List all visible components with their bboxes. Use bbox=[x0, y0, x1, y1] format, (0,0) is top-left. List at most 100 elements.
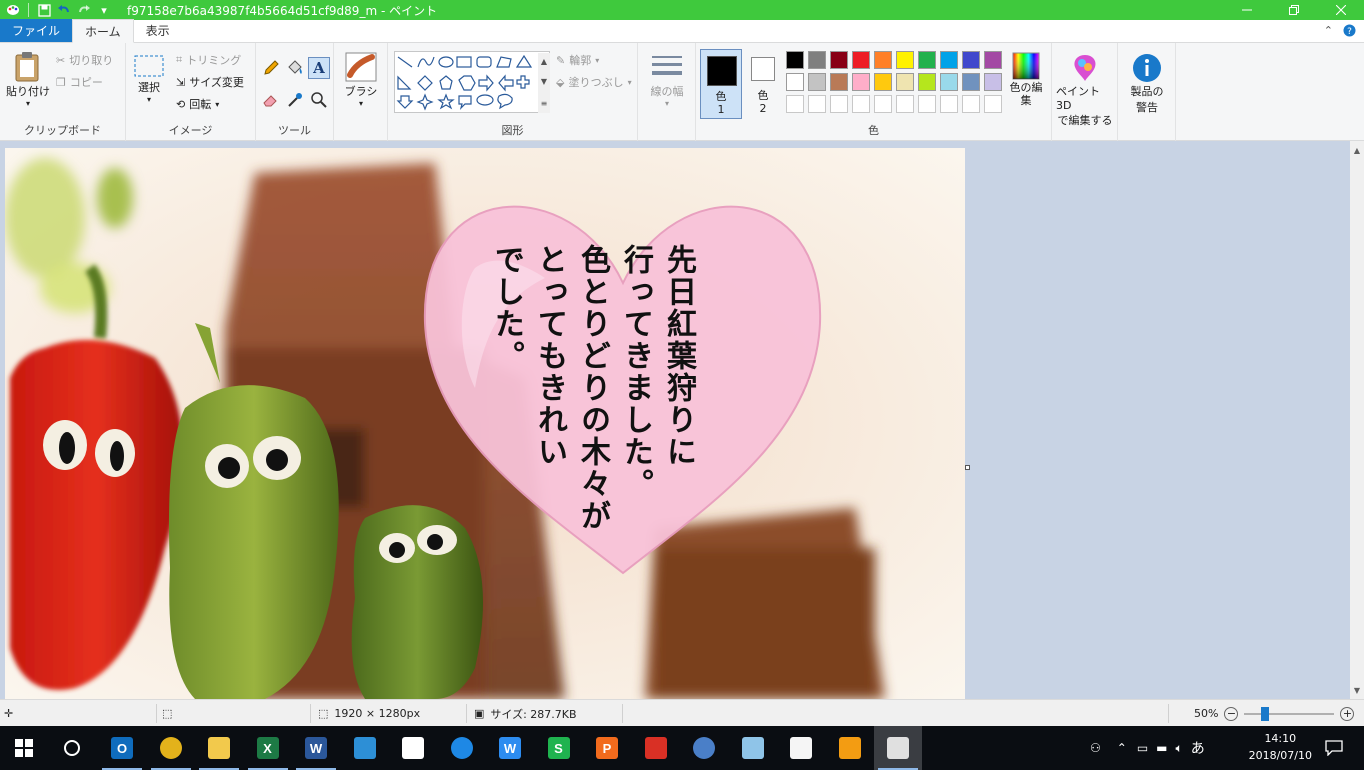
windows-start-icon[interactable] bbox=[8, 732, 40, 764]
network-icon[interactable]: ▭ bbox=[1137, 741, 1148, 755]
rotate-button[interactable]: ⟲ 回転 ▾ bbox=[176, 95, 219, 113]
custom-color-slot[interactable] bbox=[984, 95, 1002, 113]
collapse-ribbon-icon[interactable]: ⌃ bbox=[1324, 24, 1333, 40]
save-icon[interactable] bbox=[35, 1, 53, 19]
custom-color-slot[interactable] bbox=[962, 95, 980, 113]
palette-swatch[interactable] bbox=[786, 73, 804, 91]
palette-swatch[interactable] bbox=[874, 73, 892, 91]
sticky-notes-icon[interactable] bbox=[785, 732, 817, 764]
rotate-dropdown-icon[interactable]: ▾ bbox=[215, 100, 219, 109]
scroll-down-icon[interactable]: ▼ bbox=[1350, 683, 1364, 697]
custom-color-slot[interactable] bbox=[808, 95, 826, 113]
custom-color-slot[interactable] bbox=[786, 95, 804, 113]
outlook-icon[interactable]: O bbox=[106, 732, 138, 764]
pencil-icon[interactable] bbox=[262, 59, 280, 77]
palette-swatch[interactable] bbox=[852, 73, 870, 91]
product-alert-button[interactable]: 製品の 警告 bbox=[1126, 53, 1168, 115]
clock[interactable]: 14:10 2018/07/10 bbox=[1249, 730, 1312, 764]
color1-button[interactable]: 色 1 bbox=[700, 49, 742, 119]
zoom-slider[interactable] bbox=[1244, 706, 1335, 721]
customize-qat-icon[interactable]: ▾ bbox=[95, 1, 113, 19]
snipping-icon[interactable] bbox=[640, 732, 672, 764]
custom-color-slot[interactable] bbox=[918, 95, 936, 113]
custom-color-slot[interactable] bbox=[874, 95, 892, 113]
thunderbird-icon[interactable] bbox=[688, 732, 720, 764]
excel-icon[interactable]: X bbox=[252, 732, 284, 764]
file-explorer-icon[interactable] bbox=[203, 732, 235, 764]
media-player-icon[interactable] bbox=[834, 732, 866, 764]
tab-file[interactable]: ファイル bbox=[0, 19, 73, 42]
word-icon[interactable]: W bbox=[300, 732, 332, 764]
brushes-dropdown-icon[interactable]: ▾ bbox=[359, 99, 363, 108]
brushes-button[interactable]: ブラシ ▾ bbox=[342, 51, 380, 108]
palette-swatch[interactable] bbox=[984, 51, 1002, 69]
wps-spreadsheet-icon[interactable]: S bbox=[543, 732, 575, 764]
ime-indicator[interactable]: あ bbox=[1191, 738, 1205, 758]
color2-button[interactable]: 色 2 bbox=[748, 49, 778, 119]
cortana-icon[interactable] bbox=[56, 732, 88, 764]
edit-with-paint3d-button[interactable]: ペイント 3D で編集する bbox=[1056, 53, 1114, 128]
minimize-button[interactable] bbox=[1223, 0, 1270, 20]
tab-home[interactable]: ホーム bbox=[72, 19, 134, 43]
paint-icon[interactable] bbox=[882, 732, 914, 764]
palette-swatch[interactable] bbox=[984, 73, 1002, 91]
resize-button[interactable]: ⇲ サイズ変更 bbox=[176, 73, 244, 91]
palette-swatch[interactable] bbox=[808, 51, 826, 69]
people-icon[interactable]: ⚇ bbox=[1090, 741, 1101, 755]
size-dropdown-icon[interactable]: ▾ bbox=[665, 99, 669, 108]
chrome-icon[interactable] bbox=[155, 732, 187, 764]
vertical-scrollbar[interactable]: ▲ ▼ bbox=[1350, 141, 1364, 699]
palette-swatch[interactable] bbox=[918, 51, 936, 69]
paste-button[interactable]: 貼り付け ▾ bbox=[6, 51, 50, 108]
wps-writer-icon[interactable]: W bbox=[494, 732, 526, 764]
help-icon[interactable]: ? bbox=[1343, 24, 1356, 40]
close-button[interactable] bbox=[1317, 0, 1364, 20]
outline-button[interactable]: ✎ 輪郭 ▾ bbox=[556, 51, 599, 69]
canvas-resize-handle[interactable] bbox=[965, 465, 970, 470]
edit-colors-button[interactable]: 色の編集 bbox=[1006, 51, 1046, 107]
palette-swatch[interactable] bbox=[940, 51, 958, 69]
cut-button[interactable]: ✂ 切り取り bbox=[56, 51, 113, 69]
size-button[interactable]: 線の幅 ▾ bbox=[646, 53, 688, 108]
palette-swatch[interactable] bbox=[940, 73, 958, 91]
paste-dropdown-icon[interactable]: ▾ bbox=[26, 99, 30, 108]
action-center-icon[interactable] bbox=[1318, 732, 1350, 764]
wps-presentation-icon[interactable]: P bbox=[591, 732, 623, 764]
palette-swatch[interactable] bbox=[962, 73, 980, 91]
copy-button[interactable]: ❐ コピー bbox=[56, 73, 103, 91]
crop-button[interactable]: ⌗ トリミング bbox=[176, 51, 241, 69]
drawing-canvas[interactable]: 先日紅葉狩りに 行ってきました。 色とりどりの木々が とってもきれい でした。 bbox=[5, 148, 965, 699]
show-hidden-icons-icon[interactable]: ⌃ bbox=[1117, 741, 1127, 755]
paint-app-icon[interactable] bbox=[4, 1, 22, 19]
palette-swatch[interactable] bbox=[852, 51, 870, 69]
magnifier-icon[interactable] bbox=[310, 91, 328, 109]
eraser-icon[interactable] bbox=[262, 91, 280, 109]
redo-icon[interactable] bbox=[75, 1, 93, 19]
mail-icon[interactable] bbox=[397, 732, 429, 764]
scroll-up-icon[interactable]: ▲ bbox=[1350, 143, 1364, 157]
custom-color-slot[interactable] bbox=[852, 95, 870, 113]
volume-icon[interactable]: 🔈︎ bbox=[1176, 741, 1183, 756]
palette-swatch[interactable] bbox=[830, 51, 848, 69]
notepad-icon[interactable] bbox=[737, 732, 769, 764]
maximize-button[interactable] bbox=[1270, 0, 1317, 20]
custom-color-slot[interactable] bbox=[830, 95, 848, 113]
text-tool-icon[interactable]: A bbox=[308, 57, 330, 79]
select-dropdown-icon[interactable]: ▾ bbox=[147, 95, 151, 104]
color-picker-icon[interactable] bbox=[286, 91, 304, 109]
zoom-out-button[interactable]: − bbox=[1224, 706, 1239, 721]
edge-icon[interactable] bbox=[446, 732, 478, 764]
palette-swatch[interactable] bbox=[830, 73, 848, 91]
fill-button[interactable]: ⬙ 塗りつぶし ▾ bbox=[556, 73, 632, 91]
zoom-in-button[interactable]: + bbox=[1340, 706, 1355, 721]
battery-icon[interactable]: ▬ bbox=[1156, 741, 1167, 755]
custom-color-slot[interactable] bbox=[896, 95, 914, 113]
zoom-slider-thumb[interactable] bbox=[1261, 706, 1270, 721]
palette-swatch[interactable] bbox=[896, 51, 914, 69]
contacts-icon[interactable] bbox=[349, 732, 381, 764]
palette-swatch[interactable] bbox=[874, 51, 892, 69]
select-button[interactable]: 選択 ▾ bbox=[132, 53, 166, 104]
custom-color-slot[interactable] bbox=[940, 95, 958, 113]
palette-swatch[interactable] bbox=[808, 73, 826, 91]
palette-swatch[interactable] bbox=[786, 51, 804, 69]
